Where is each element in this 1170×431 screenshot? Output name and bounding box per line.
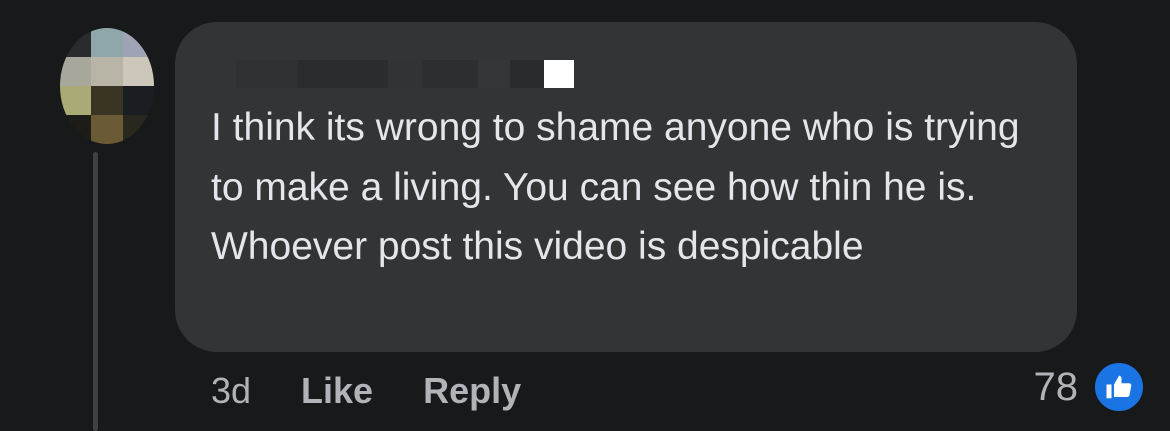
like-button[interactable]: Like [301, 370, 373, 412]
reply-button[interactable]: Reply [423, 370, 521, 412]
thread-line [93, 152, 98, 431]
reaction-count: 78 [1033, 364, 1079, 409]
comment-actions: 3d Like Reply [211, 368, 571, 414]
timestamp[interactable]: 3d [211, 370, 251, 412]
author-name-redacted[interactable] [236, 60, 574, 88]
thumbs-up-icon [1092, 360, 1146, 414]
comment-text: I think its wrong to shame anyone who is… [211, 106, 1020, 268]
avatar[interactable] [60, 28, 154, 144]
reaction-summary[interactable]: 78 [1033, 360, 1146, 414]
